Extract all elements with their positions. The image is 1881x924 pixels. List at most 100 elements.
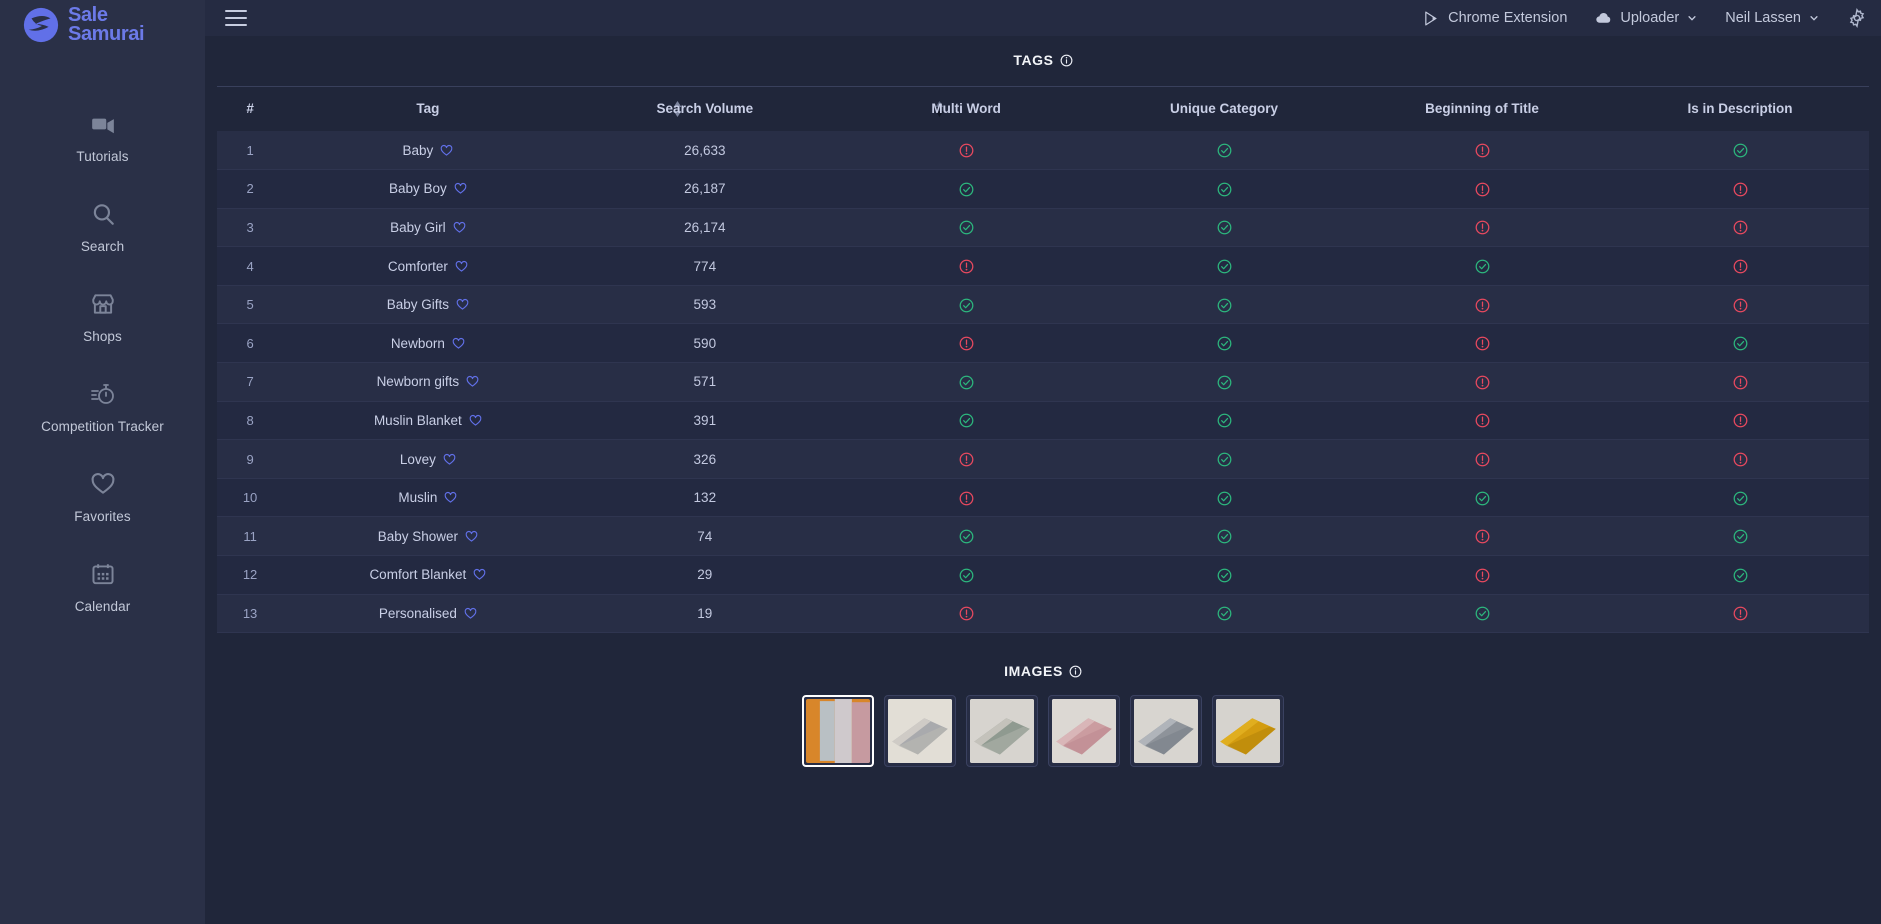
column-label: Unique Category xyxy=(1170,101,1279,116)
favorite-heart-icon[interactable] xyxy=(440,144,453,157)
column-header-search-volume[interactable]: Search Volume xyxy=(572,86,944,131)
cell-is-in-description xyxy=(1611,131,1869,171)
tag-name: Newborn gifts xyxy=(376,374,460,390)
thumbnail-image xyxy=(1216,699,1280,764)
check-circle-icon xyxy=(1217,336,1231,351)
hamburger-icon[interactable] xyxy=(225,10,247,26)
shop-icon xyxy=(91,293,114,314)
info-icon[interactable] xyxy=(1069,665,1082,678)
check-circle-icon xyxy=(1733,529,1747,544)
table-row[interactable]: 4 Comforter 774 xyxy=(217,246,1869,286)
cell-unique-category xyxy=(1095,169,1354,209)
favorite-heart-icon[interactable] xyxy=(454,182,467,195)
column-label: Tag xyxy=(416,101,440,116)
tag-name: Lovey xyxy=(399,451,436,467)
table-row[interactable]: 11 Baby Shower 74 xyxy=(217,516,1869,557)
user-menu[interactable]: Neil Lassen xyxy=(1725,10,1819,26)
cell-unique-category xyxy=(1095,594,1354,634)
uploader-menu[interactable]: Uploader xyxy=(1595,10,1697,27)
cell-is-in-description xyxy=(1611,401,1869,441)
check-circle-icon xyxy=(1475,491,1489,506)
cell-tag: Baby Boy xyxy=(283,169,573,209)
table-row[interactable]: 2 Baby Boy 26,187 xyxy=(217,169,1869,209)
favorite-heart-icon[interactable] xyxy=(469,414,482,427)
favorite-heart-icon[interactable] xyxy=(473,568,486,581)
heart-icon xyxy=(91,472,114,494)
chrome-extension-button[interactable]: Chrome Extension xyxy=(1423,10,1567,27)
alert-circle-icon xyxy=(1733,298,1747,313)
favorite-heart-icon[interactable] xyxy=(453,221,466,234)
favorite-heart-icon[interactable] xyxy=(455,260,468,273)
cell-unique-category xyxy=(1095,516,1354,557)
check-circle-icon xyxy=(1217,298,1231,313)
favorite-heart-icon[interactable] xyxy=(452,337,465,350)
sidebar-item-tutorials[interactable]: Tutorials xyxy=(0,92,205,182)
cell-is-in-description xyxy=(1611,439,1869,479)
cell-multi-word xyxy=(837,439,1096,479)
alert-circle-icon xyxy=(959,452,974,467)
sidebar-item-calendar[interactable]: Calendar xyxy=(0,542,205,632)
cell-multi-word xyxy=(837,555,1096,595)
favorite-heart-icon[interactable] xyxy=(443,453,456,466)
thumbnail-image xyxy=(1052,699,1116,764)
table-row[interactable]: 8 Muslin Blanket 391 xyxy=(217,401,1869,441)
check-circle-icon xyxy=(1217,452,1231,467)
alert-circle-icon xyxy=(1475,529,1489,544)
content-area: TAGS # Tag Search Volume Multi Word Uniq… xyxy=(205,36,1881,924)
image-thumbnail[interactable] xyxy=(1048,695,1120,768)
table-row[interactable]: 5 Baby Gifts 593 xyxy=(217,285,1869,325)
image-thumbnail[interactable] xyxy=(802,695,874,768)
info-icon[interactable] xyxy=(1060,54,1073,67)
gear-icon[interactable] xyxy=(1847,8,1867,28)
cell-search-volume: 391 xyxy=(572,401,838,441)
check-circle-icon xyxy=(959,298,974,313)
column-header-tag[interactable]: Tag xyxy=(283,86,681,131)
alert-circle-icon xyxy=(1475,414,1489,428)
cell-search-volume: 29 xyxy=(572,555,838,595)
tag-name: Muslin xyxy=(398,490,438,506)
cell-number: 4 xyxy=(217,246,284,286)
table-row[interactable]: 6 Newborn 590 xyxy=(217,323,1869,364)
cell-unique-category xyxy=(1095,323,1354,364)
image-thumbnail[interactable] xyxy=(884,695,956,768)
alert-circle-icon xyxy=(1475,568,1489,583)
favorite-heart-icon[interactable] xyxy=(444,491,457,504)
image-thumbnail[interactable] xyxy=(1212,695,1284,768)
sidebar-item-favorites[interactable]: Favorites xyxy=(0,452,205,542)
sidebar-item-search[interactable]: Search xyxy=(0,182,205,272)
alert-circle-icon xyxy=(1733,259,1747,274)
table-row[interactable]: 13 Personalised 19 xyxy=(217,594,1869,634)
cell-beginning-of-title xyxy=(1353,478,1612,518)
brand-logo[interactable]: Sale Samurai xyxy=(0,0,205,50)
alert-circle-icon xyxy=(959,606,974,621)
cell-multi-word xyxy=(837,208,1096,248)
sidebar-item-competition-tracker[interactable]: Competition Tracker xyxy=(0,362,205,452)
table-row[interactable]: 12 Comfort Blanket 29 xyxy=(217,555,1869,595)
cell-search-volume: 593 xyxy=(572,285,838,325)
cell-number: 8 xyxy=(217,401,284,441)
table-row[interactable]: 10 Muslin 132 xyxy=(217,478,1869,518)
sidebar-item-shops[interactable]: Shops xyxy=(0,272,205,362)
cell-beginning-of-title xyxy=(1353,555,1612,595)
cell-tag: Newborn gifts xyxy=(283,362,573,402)
column-label: Multi Word xyxy=(931,101,1001,116)
image-thumbnail[interactable] xyxy=(966,695,1038,768)
favorite-heart-icon[interactable] xyxy=(466,375,479,388)
cell-tag: Personalised xyxy=(283,594,573,634)
table-row[interactable]: 1 Baby 26,633 xyxy=(217,131,1869,171)
images-section-header: IMAGES xyxy=(205,633,1881,695)
cell-multi-word xyxy=(837,362,1096,402)
table-row[interactable]: 3 Baby Girl 26,174 xyxy=(217,208,1869,248)
cell-search-volume: 590 xyxy=(572,323,838,364)
image-thumbnail[interactable] xyxy=(1130,695,1202,768)
cell-is-in-description xyxy=(1611,285,1869,325)
table-row[interactable]: 9 Lovey 326 xyxy=(217,439,1869,479)
favorite-heart-icon[interactable] xyxy=(465,530,478,543)
favorite-heart-icon[interactable] xyxy=(464,607,477,620)
cell-beginning-of-title xyxy=(1353,439,1612,479)
cell-unique-category xyxy=(1095,362,1354,402)
check-circle-icon xyxy=(1733,143,1747,158)
favorite-heart-icon[interactable] xyxy=(456,298,469,311)
table-row[interactable]: 7 Newborn gifts 571 xyxy=(217,362,1869,402)
cell-search-volume: 26,187 xyxy=(572,169,838,209)
